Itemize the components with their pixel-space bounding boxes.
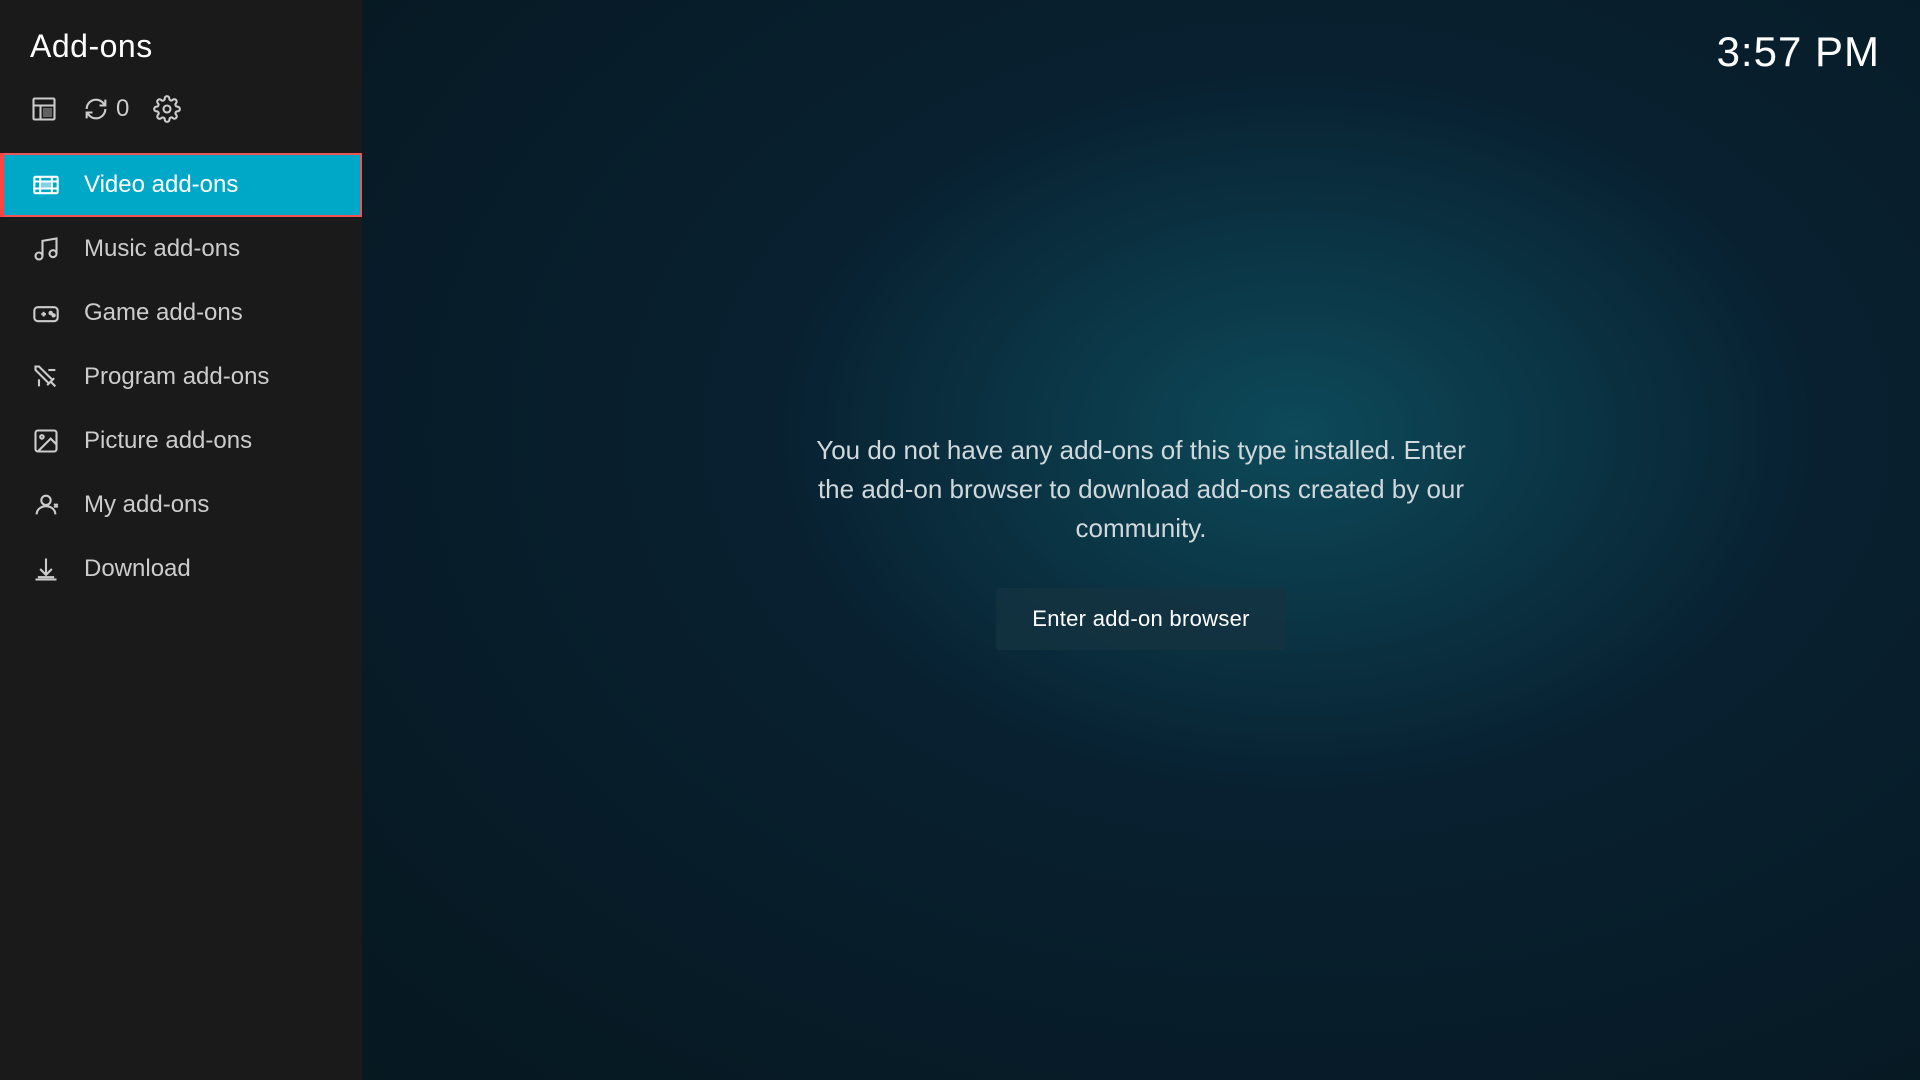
sidebar-header: Add-ons: [0, 0, 362, 75]
empty-text: You do not have any add-ons of this type…: [801, 431, 1481, 548]
sidebar-item-video[interactable]: Video add-ons: [0, 153, 362, 217]
sidebar-item-my-label: My add-ons: [84, 491, 209, 519]
addons-icon[interactable]: [30, 95, 58, 123]
game-icon: [30, 299, 62, 327]
empty-state: You do not have any add-ons of this type…: [761, 431, 1521, 650]
sidebar-nav: Video add-ons Music add-ons: [0, 153, 362, 601]
sidebar-item-game[interactable]: Game add-ons: [0, 281, 362, 345]
sidebar-item-picture[interactable]: Picture add-ons: [0, 409, 362, 473]
sidebar-item-game-label: Game add-ons: [84, 299, 243, 327]
music-icon: [30, 235, 62, 263]
updates-count: 0: [116, 95, 129, 123]
sidebar-item-picture-label: Picture add-ons: [84, 427, 252, 455]
sidebar-item-music-label: Music add-ons: [84, 235, 240, 263]
sidebar-item-program[interactable]: Program add-ons: [0, 345, 362, 409]
sidebar-item-download-label: Download: [84, 555, 191, 583]
refresh-icon[interactable]: 0: [82, 95, 129, 123]
toolbar: 0: [0, 75, 362, 143]
enter-browser-button[interactable]: Enter add-on browser: [996, 588, 1286, 650]
sidebar-item-video-label: Video add-ons: [84, 171, 238, 199]
program-icon: [30, 363, 62, 391]
app-title: Add-ons: [30, 28, 153, 64]
sidebar: Add-ons 0: [0, 0, 362, 1080]
video-icon: [30, 171, 62, 199]
sidebar-item-download[interactable]: Download: [0, 537, 362, 601]
picture-icon: [30, 427, 62, 455]
sidebar-item-program-label: Program add-ons: [84, 363, 269, 391]
clock: 3:57 PM: [1717, 28, 1880, 76]
my-icon: [30, 491, 62, 519]
settings-icon[interactable]: [153, 95, 181, 123]
sidebar-item-my[interactable]: My add-ons: [0, 473, 362, 537]
main-content: 3:57 PM You do not have any add-ons of t…: [362, 0, 1920, 1080]
download-icon: [30, 555, 62, 583]
sidebar-item-music[interactable]: Music add-ons: [0, 217, 362, 281]
